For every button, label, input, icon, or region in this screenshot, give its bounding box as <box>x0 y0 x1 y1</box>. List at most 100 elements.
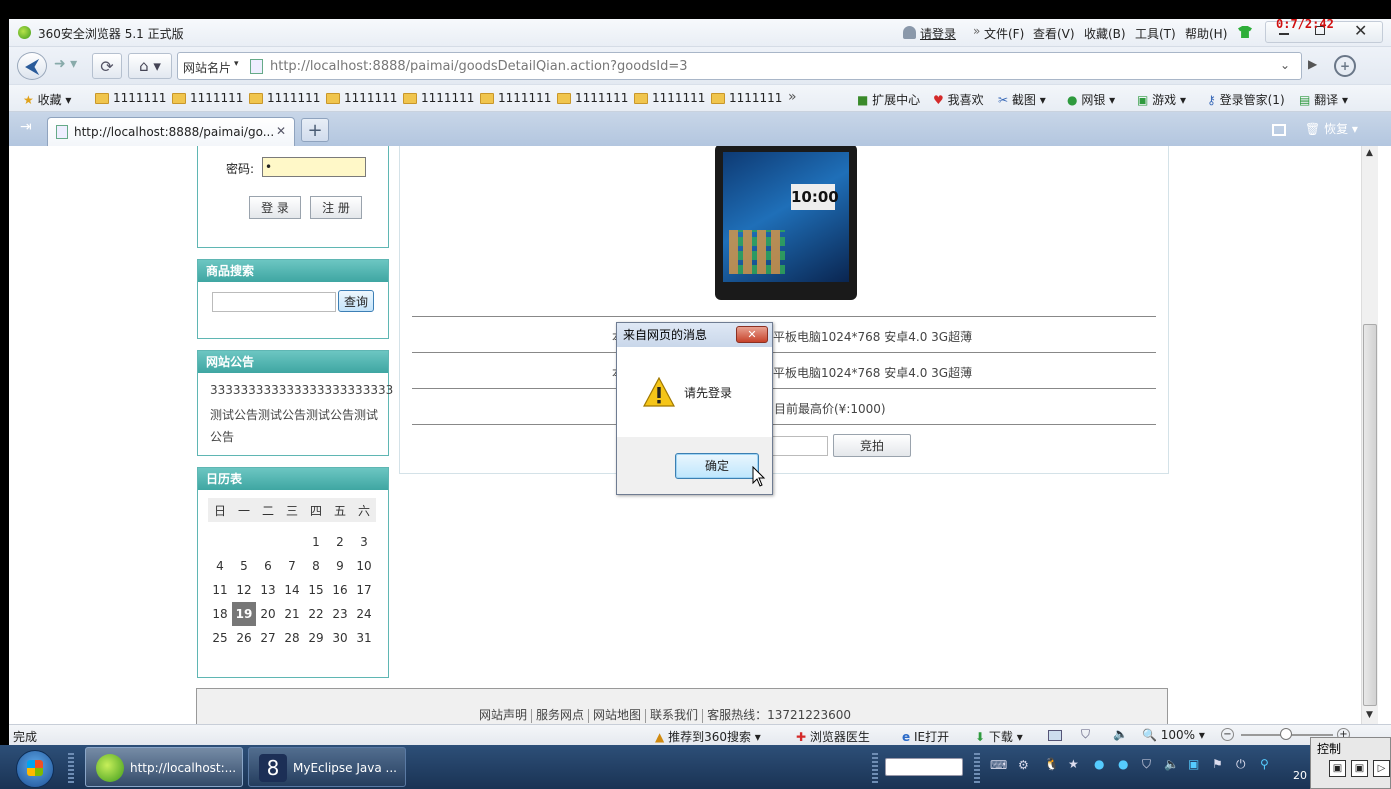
tab-close-icon[interactable]: ✕ <box>276 124 286 138</box>
calendar-day[interactable]: 27 <box>256 626 280 650</box>
calendar-day[interactable]: 21 <box>280 602 304 626</box>
calendar-day[interactable]: 24 <box>352 602 376 626</box>
url-dropdown-icon[interactable]: ⌄ <box>1280 58 1290 72</box>
like-button[interactable]: ♥ 我喜欢 <box>933 91 984 108</box>
control-window-button[interactable]: ▣ <box>1329 760 1346 777</box>
go-button[interactable]: ▶ <box>1308 57 1317 71</box>
calendar-day[interactable] <box>208 530 232 554</box>
fav-folder[interactable]: 1111111 <box>95 91 166 105</box>
shield-status-icon[interactable]: ⛉ <box>1081 727 1090 742</box>
calendar-day[interactable]: 7 <box>280 554 304 578</box>
zoom-control[interactable]: 🔍 100% ▾ <box>1142 728 1205 742</box>
calendar-day[interactable]: 5 <box>232 554 256 578</box>
calendar-day[interactable] <box>232 530 256 554</box>
site-card-button[interactable]: 网站名片 <box>183 59 231 76</box>
window-icon[interactable] <box>1048 730 1062 741</box>
address-bar[interactable]: 网站名片 ▾ http://localhost:8888/paimai/good… <box>177 52 1302 80</box>
fav-folder[interactable]: 1111111 <box>634 91 705 105</box>
refresh-button[interactable]: ⟳ <box>92 53 122 79</box>
browser-doctor-button[interactable]: ✚ 浏览器医生 <box>796 728 870 745</box>
netbank-button[interactable]: ● 网银 ▾ <box>1067 91 1115 108</box>
fav-more-button[interactable]: » <box>788 89 797 105</box>
calendar-day[interactable]: 16 <box>328 578 352 602</box>
tray-flag-icon[interactable]: ⚑ <box>1212 757 1223 771</box>
login-link[interactable]: 请登录 <box>920 25 956 42</box>
calendar-day[interactable]: 20 <box>256 602 280 626</box>
footer-link-service[interactable]: 服务网点 <box>536 708 584 722</box>
favorites-button[interactable]: ★ 收藏 ▾ <box>23 91 71 108</box>
close-button[interactable]: ✕ <box>1354 21 1367 40</box>
tray-app-icon[interactable]: ★ <box>1068 757 1079 771</box>
shield-icon[interactable]: + <box>1334 55 1356 77</box>
back-button[interactable]: ⮜ <box>17 52 47 80</box>
game-button[interactable]: ▣ 游戏 ▾ <box>1137 91 1186 108</box>
password-input[interactable] <box>262 157 366 177</box>
vertical-scrollbar[interactable]: ▲ ▼ <box>1361 146 1378 724</box>
forward-button[interactable]: ➜ ▾ <box>54 56 77 72</box>
calendar-day[interactable]: 17 <box>352 578 376 602</box>
calendar-day[interactable]: 28 <box>280 626 304 650</box>
fav-folder[interactable]: 1111111 <box>172 91 243 105</box>
search-input[interactable] <box>212 292 336 312</box>
tray-qq-icon[interactable]: 🐧 <box>1044 757 1059 771</box>
menu-favorites[interactable]: 收藏(B) <box>1084 25 1126 42</box>
calendar-day[interactable]: 26 <box>232 626 256 650</box>
tray-power-icon[interactable]: ⏻ <box>1236 757 1246 772</box>
tray-360-icon[interactable]: ● <box>1094 757 1104 771</box>
search-button[interactable]: 查询 <box>338 290 374 312</box>
bid-button[interactable]: 竞拍 <box>833 434 911 457</box>
calendar-day[interactable]: 14 <box>280 578 304 602</box>
taskbar-search-input[interactable] <box>885 758 963 776</box>
home-button[interactable]: ⌂ ▾ <box>128 53 172 79</box>
calendar-day[interactable]: 31 <box>352 626 376 650</box>
fav-folder[interactable]: 1111111 <box>249 91 320 105</box>
calendar-day[interactable]: 13 <box>256 578 280 602</box>
calendar-day[interactable]: 30 <box>328 626 352 650</box>
new-tab-button[interactable]: + <box>301 118 329 142</box>
calendar-day[interactable]: 3 <box>352 530 376 554</box>
login-button[interactable]: 登 录 <box>249 196 301 219</box>
menu-view[interactable]: 查看(V) <box>1033 25 1075 42</box>
restore-closed-tabs-button[interactable]: 🗑 恢复 ▾ <box>1305 120 1358 137</box>
tray-shield-icon[interactable]: ⛉ <box>1142 757 1151 772</box>
ie-open-button[interactable]: e IE打开 <box>902 728 949 745</box>
scroll-up-icon[interactable]: ▲ <box>1366 148 1373 158</box>
tab-active[interactable]: http://localhost:8888/paimai/go... ✕ <box>47 117 295 146</box>
sidebar-toggle-icon[interactable]: ⇥ <box>20 119 32 135</box>
download-button[interactable]: ⬇ 下载 ▾ <box>975 728 1023 745</box>
control-next-button[interactable]: ▷ <box>1373 760 1390 777</box>
calendar-day[interactable]: 15 <box>304 578 328 602</box>
tray-monitor-icon[interactable]: ▣ <box>1188 757 1199 771</box>
fav-folder[interactable]: 1111111 <box>326 91 397 105</box>
calendar-day[interactable]: 1 <box>304 530 328 554</box>
footer-link-sitemap[interactable]: 网站地图 <box>593 708 641 722</box>
url-input[interactable]: http://localhost:8888/paimai/goodsDetail… <box>270 59 688 74</box>
calendar-day[interactable]: 10 <box>352 554 376 578</box>
menu-file[interactable]: 文件(F) <box>984 25 1024 42</box>
footer-link-contact[interactable]: 联系我们 <box>650 708 698 722</box>
recommend-button[interactable]: ▲ 推荐到360搜索 ▾ <box>655 728 761 745</box>
tray-360-safe-icon[interactable]: ● <box>1118 757 1128 771</box>
calendar-day[interactable]: 4 <box>208 554 232 578</box>
translate-button[interactable]: ▤ 翻译 ▾ <box>1299 91 1348 108</box>
login-manager-button[interactable]: ⚷ 登录管家(1) <box>1207 91 1285 108</box>
calendar-day[interactable] <box>280 530 304 554</box>
calendar-day[interactable]: 29 <box>304 626 328 650</box>
calendar-day[interactable]: 11 <box>208 578 232 602</box>
bid-amount-input[interactable] <box>770 436 828 456</box>
tray-network-icon[interactable]: ⚙ <box>1018 758 1029 772</box>
calendar-day-today[interactable]: 19 <box>232 602 256 626</box>
calendar-day[interactable]: 22 <box>304 602 328 626</box>
tray-search-icon[interactable]: ⚲ <box>1260 757 1269 771</box>
taskbar-item-browser[interactable]: http://localhost:... <box>85 747 243 787</box>
taskbar-item-myeclipse[interactable]: 8 MyEclipse Java ... <box>248 747 406 787</box>
control-window-button[interactable]: ▣ <box>1351 760 1368 777</box>
screenshot-button[interactable]: ✂ 截图 ▾ <box>998 91 1046 108</box>
calendar-day[interactable]: 25 <box>208 626 232 650</box>
calendar-day[interactable]: 6 <box>256 554 280 578</box>
fav-folder[interactable]: 1111111 <box>403 91 474 105</box>
fav-folder[interactable]: 1111111 <box>711 91 782 105</box>
scroll-down-icon[interactable]: ▼ <box>1366 710 1373 720</box>
footer-link-statement[interactable]: 网站声明 <box>479 708 527 722</box>
fav-folder[interactable]: 1111111 <box>557 91 628 105</box>
